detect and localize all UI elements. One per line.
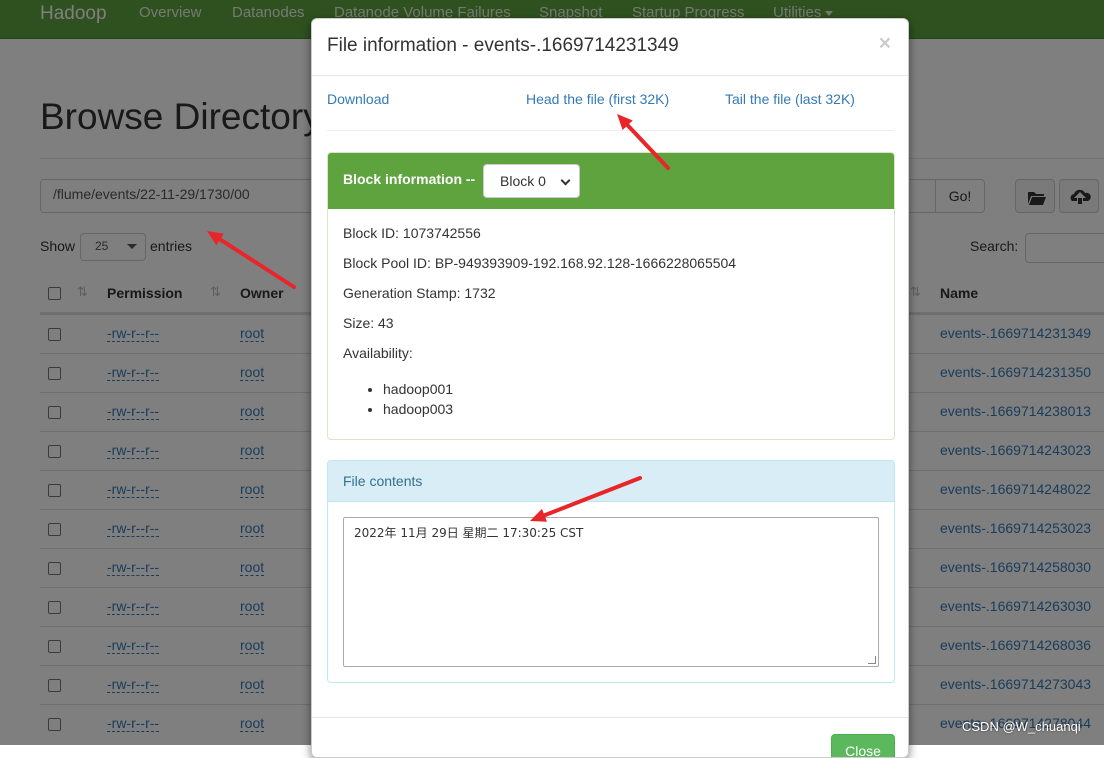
annotation-arrow-line — [624, 121, 670, 170]
annotation-arrows — [207, 114, 670, 522]
annotation-arrowhead — [530, 508, 547, 522]
arrow-group — [207, 114, 670, 522]
annotation-arrow-line — [540, 476, 642, 519]
annotation-arrow-line — [216, 236, 296, 289]
watermark: CSDN @W_chuanqi — [962, 719, 1081, 734]
